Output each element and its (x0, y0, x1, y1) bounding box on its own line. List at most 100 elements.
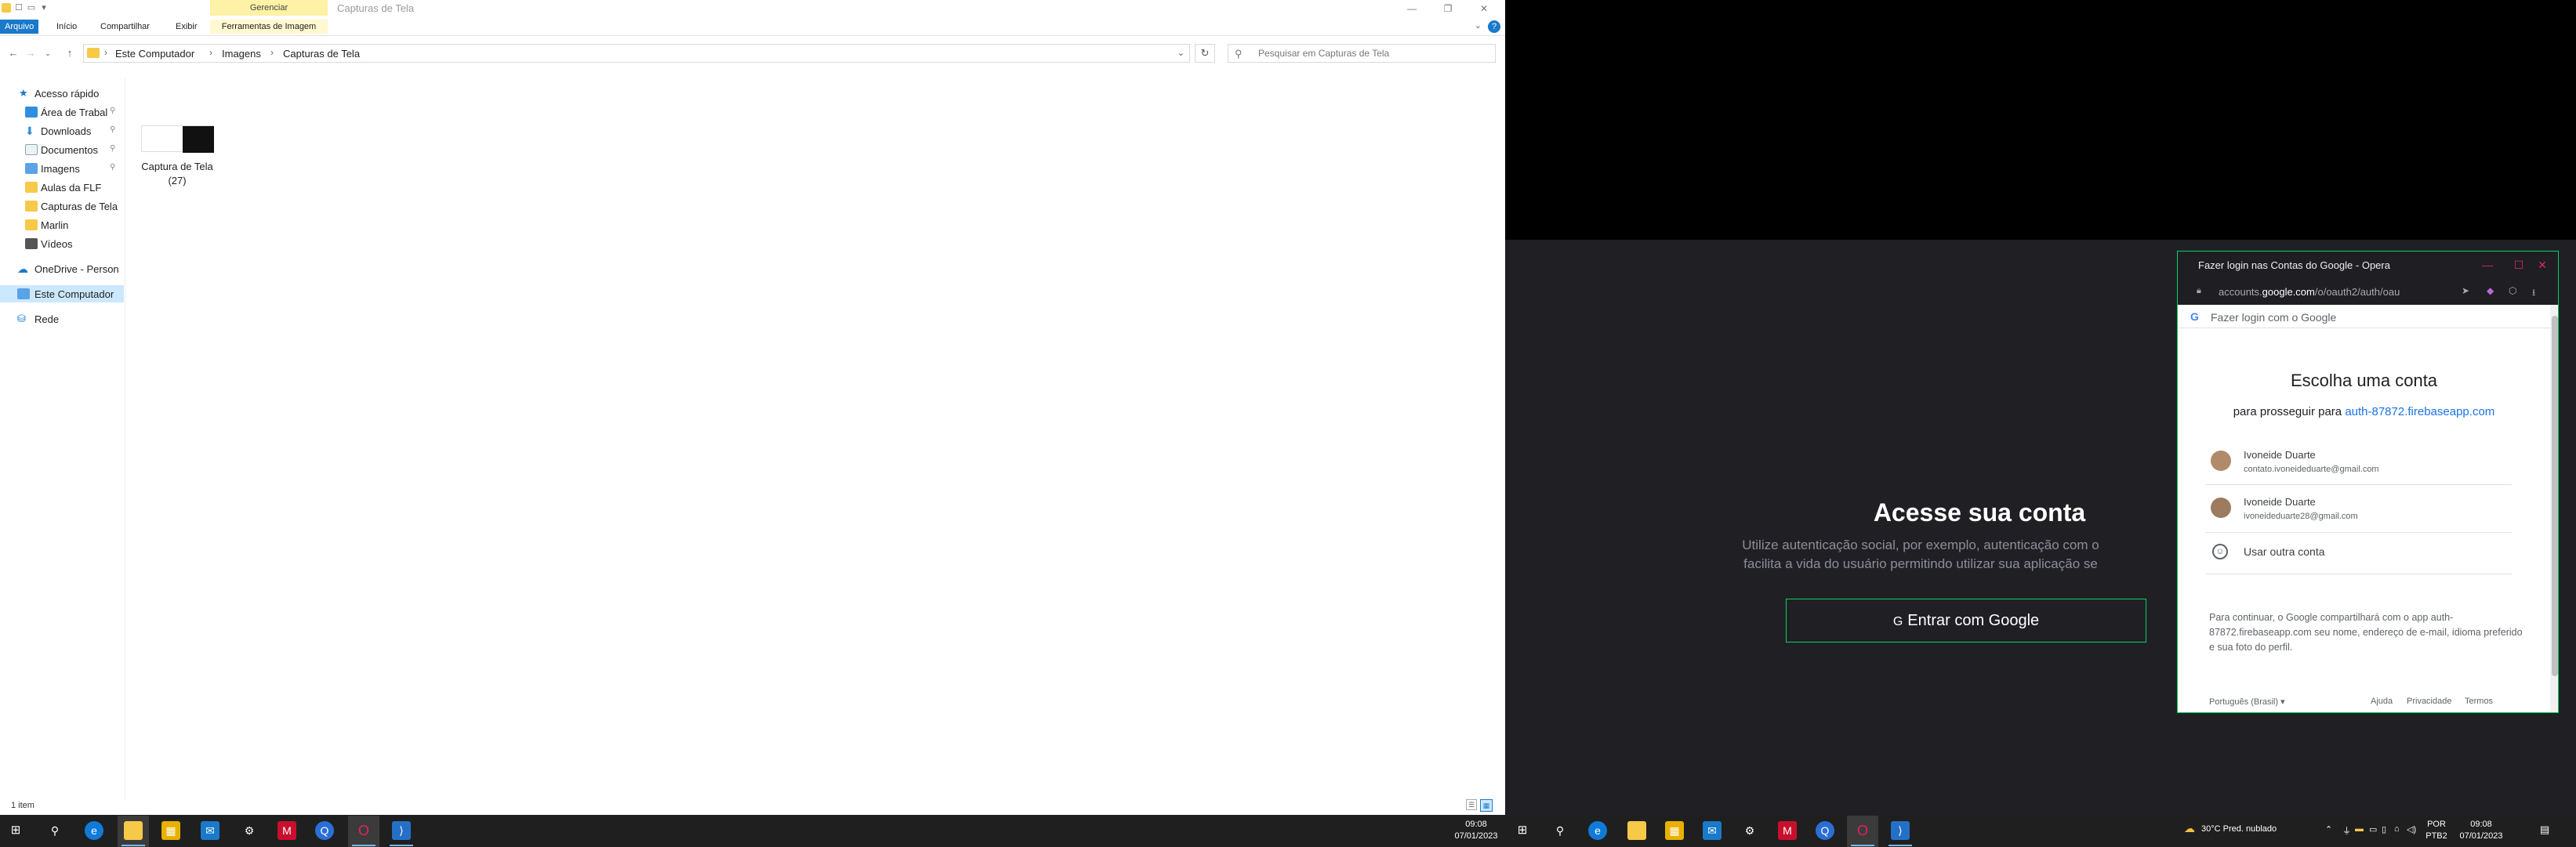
settings-gear-icon[interactable]: ⚙ (1740, 821, 1759, 840)
nav-marlin[interactable]: Marlin (0, 216, 124, 233)
mail-icon[interactable]: ✉ (201, 821, 220, 840)
mail-icon[interactable]: ✉ (1703, 821, 1722, 840)
continue-text: para prosseguir para (2233, 405, 2342, 418)
tab-file[interactable]: Arquivo (0, 20, 39, 34)
search-icon[interactable]: ⚲ (45, 821, 64, 840)
nav-videos[interactable]: Vídeos (0, 235, 124, 252)
account-name: Ivoneide Duarte (2244, 449, 2316, 461)
tab-home[interactable]: Início (52, 20, 82, 34)
edge-icon[interactable]: e (85, 821, 103, 840)
nav-onedrive[interactable]: ☁ OneDrive - Person (0, 260, 124, 277)
send-icon[interactable]: ➤ (2462, 285, 2469, 296)
google-signin-button[interactable]: G Entrar com Google (1786, 599, 2146, 642)
use-another-account[interactable]: ☺ Usar outra conta (2206, 532, 2512, 574)
maximize-button[interactable]: ☐ (2510, 256, 2527, 273)
settings-gear-icon[interactable]: ⚙ (240, 821, 259, 840)
app-link[interactable]: auth-87872.firebaseapp.com (2345, 405, 2494, 418)
battery-icon[interactable]: ▯ (2382, 824, 2386, 834)
opera-icon[interactable]: O (354, 821, 373, 840)
notifications-icon[interactable]: ▤ (2540, 823, 2549, 836)
scrollbar-thumb[interactable] (2552, 316, 2558, 676)
weather-text[interactable]: 30°C Pred. nublado (2201, 824, 2277, 834)
file-explorer-icon[interactable] (1627, 821, 1646, 840)
nav-capturas[interactable]: Capturas de Tela (0, 197, 124, 215)
forward-arrow-icon[interactable]: → (24, 45, 38, 61)
mcafee-icon[interactable]: M (1778, 821, 1797, 840)
breadcrumb-this-pc[interactable]: Este Computador (115, 48, 194, 60)
properties-icon[interactable]: ☐ (14, 3, 24, 13)
nav-pictures[interactable]: Imagens ⚲ (0, 160, 124, 177)
new-folder-icon[interactable]: ▭ (27, 3, 36, 13)
tab-image-tools[interactable]: Ferramentas de Imagem (210, 20, 328, 34)
details-view-icon[interactable]: ☰ (1466, 799, 1477, 810)
help-icon[interactable]: ? (1488, 20, 1500, 33)
up-arrow-icon[interactable]: ↑ (63, 45, 77, 61)
file-item[interactable]: Captura de Tela (27) (141, 125, 220, 204)
language-indicator[interactable]: POR PTB2 (2421, 819, 2452, 842)
desktop-icon (25, 107, 38, 118)
mcafee-icon[interactable]: M (278, 821, 296, 840)
opera-icon[interactable]: O (1853, 821, 1872, 840)
chevron-down-icon[interactable]: ⌄ (1177, 48, 1185, 58)
display-icon[interactable]: ▭ (2369, 824, 2377, 834)
nav-aulas[interactable]: Aulas da FLF (0, 179, 124, 196)
url-text[interactable]: accounts.google.com/o/oauth2/auth/oau (2219, 286, 2454, 298)
nav-network[interactable]: ⛁ Rede (0, 310, 124, 328)
volume-icon[interactable]: ◁) (2407, 824, 2416, 834)
large-icons-view-icon[interactable]: ▦ (1480, 799, 1493, 812)
account-item[interactable]: Ivoneide Duarte ivoneideduarte28@gmail.c… (2206, 485, 2512, 532)
search-box[interactable]: ⚲ (1228, 44, 1496, 63)
minimize-button[interactable]: — (1394, 0, 1430, 17)
expand-ribbon-icon[interactable]: ⌄ (1475, 20, 1482, 31)
download-icon[interactable]: ⭳ (2532, 285, 2535, 302)
recent-locations-icon[interactable]: ⌄ (41, 45, 55, 61)
close-button[interactable]: ✕ (2534, 256, 2551, 273)
file-explorer-icon[interactable] (124, 821, 143, 840)
address-bar[interactable]: › Este Computador › Imagens › Capturas d… (83, 44, 1190, 63)
restore-button[interactable]: ❐ (1430, 0, 1466, 17)
tab-share[interactable]: Compartilhar (96, 20, 154, 34)
lock-icon[interactable]: 🔒︎ (2197, 286, 2201, 296)
language-selector[interactable]: Português (Brasil) ▾ (2209, 697, 2285, 707)
tab-view[interactable]: Exibir (171, 20, 202, 34)
minimize-button[interactable]: — (2479, 256, 2496, 273)
windows-start-icon[interactable]: ⊞ (1513, 821, 1532, 840)
store-icon[interactable]: ▦ (161, 821, 180, 840)
nav-desktop[interactable]: Área de Trabal ⚲ (0, 103, 124, 121)
edge-icon[interactable]: e (1588, 821, 1607, 840)
nav-downloads[interactable]: ⬇ Downloads ⚲ (0, 122, 124, 139)
breadcrumb-pictures[interactable]: Imagens (222, 48, 261, 60)
help-link[interactable]: Ajuda (2371, 697, 2393, 706)
clock[interactable]: 09:08 07/01/2023 (2454, 819, 2509, 842)
weather-icon[interactable]: ☁ (2184, 822, 2195, 835)
nav-documents[interactable]: Documentos ⚲ (0, 141, 124, 158)
customize-toolbar-icon[interactable]: ▾ (39, 3, 49, 13)
close-button[interactable]: ✕ (1466, 0, 1502, 17)
vscode-icon[interactable]: ⟩ (1891, 821, 1910, 840)
account-item[interactable]: Ivoneide Duarte contato.ivoneideduarte@g… (2206, 438, 2512, 485)
extension-icon[interactable]: ◆ (2487, 285, 2494, 296)
usb-icon[interactable]: ⏚ (2342, 824, 2351, 837)
privacy-link[interactable]: Privacidade (2407, 697, 2451, 706)
vscode-icon[interactable]: ⟩ (392, 821, 411, 840)
search-input[interactable] (1258, 48, 1486, 59)
scrollbar[interactable] (2550, 305, 2558, 712)
manage-contextual-tab[interactable]: Gerenciar (210, 0, 328, 16)
clock[interactable]: 09:08 07/01/2023 (1449, 819, 1504, 842)
store-icon[interactable]: ▦ (1665, 821, 1684, 840)
refresh-icon[interactable]: ↻ (1195, 44, 1215, 63)
windows-start-icon[interactable]: ⊞ (6, 821, 25, 840)
app-q-icon[interactable]: Q (1816, 821, 1834, 840)
search-icon[interactable]: ⚲ (1551, 821, 1569, 840)
app-q-icon[interactable]: Q (315, 821, 334, 840)
terms-link[interactable]: Termos (2465, 697, 2493, 706)
cube-icon[interactable]: ⬡ (2509, 285, 2516, 296)
nav-quick-access[interactable]: ★ Acesso rápido (0, 85, 124, 102)
chevron-up-icon[interactable]: ⌃ (2325, 824, 2332, 834)
network-icon[interactable]: ⌂ (2394, 824, 2400, 834)
folder-tray-icon[interactable]: ▬ (2355, 824, 2364, 834)
breadcrumb-screenshots[interactable]: Capturas de Tela (283, 48, 360, 60)
nav-label: Imagens (41, 163, 80, 175)
back-arrow-icon[interactable]: ← (6, 45, 20, 61)
nav-this-pc[interactable]: Este Computador (0, 285, 124, 302)
